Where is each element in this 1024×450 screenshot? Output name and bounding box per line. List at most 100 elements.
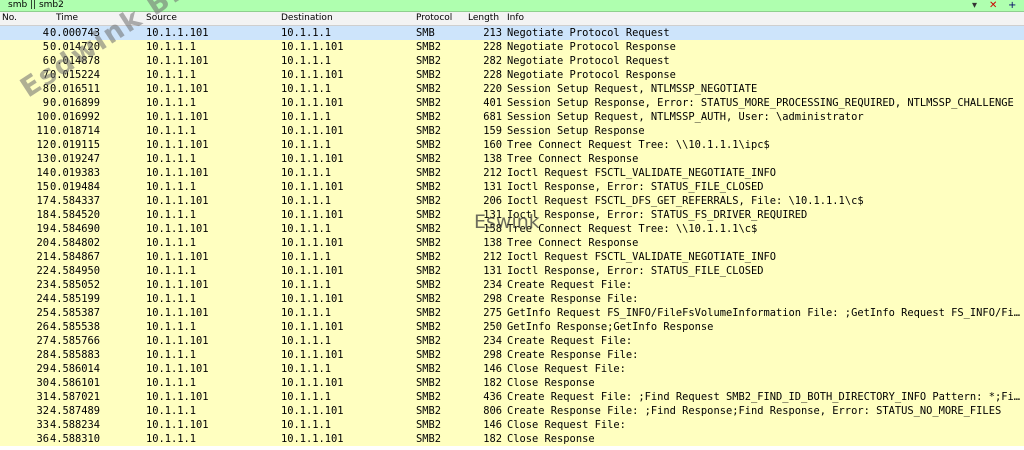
- add-filter-button-icon[interactable]: +: [1008, 0, 1016, 11]
- packet-row[interactable]: 22 4.584950 10.1.1.1 10.1.1.101 SMB2 131 Ioctl…: [0, 264, 1024, 278]
- packet-row[interactable]: 24 4.585199 10.1.1.1 10.1.1.101 SMB2 298 Creat…: [0, 292, 1024, 306]
- packet-protocol: SMB2: [416, 307, 442, 319]
- packet-protocol: SMB: [416, 27, 435, 39]
- packet-number: 19: [36, 223, 49, 235]
- packet-source: 10.1.1.1: [146, 349, 197, 361]
- packet-protocol: SMB2: [416, 41, 442, 53]
- packet-row[interactable]: 31 4.587021 10.1.1.101 10.1.1.1 SMB2 436 Creat…: [0, 390, 1024, 404]
- packet-destination: 10.1.1.101: [281, 433, 344, 445]
- packet-row[interactable]: 21 4.584867 10.1.1.101 10.1.1.1 SMB2 212 Ioctl…: [0, 250, 1024, 264]
- packet-time: 4.584520: [50, 209, 101, 221]
- packet-length: 228: [483, 41, 502, 53]
- packet-protocol: SMB2: [416, 377, 442, 389]
- packet-source: 10.1.1.1: [146, 125, 197, 137]
- packet-number: 9: [42, 97, 49, 109]
- packet-time: 4.585052: [50, 279, 101, 291]
- packet-row[interactable]: 36 4.588310 10.1.1.1 10.1.1.101 SMB2 182 Close…: [0, 432, 1024, 446]
- packet-destination: 10.1.1.101: [281, 321, 344, 333]
- packet-row[interactable]: 15 0.019484 10.1.1.1 10.1.1.101 SMB2 131 Ioctl…: [0, 180, 1024, 194]
- packet-info: Ioctl Request FSCTL_VALIDATE_NEGOTIATE_I…: [507, 251, 776, 263]
- packet-length: 401: [483, 97, 502, 109]
- packet-length: 212: [483, 167, 502, 179]
- packet-length: 146: [483, 419, 502, 431]
- packet-row[interactable]: 25 4.585387 10.1.1.101 10.1.1.1 SMB2 275 GetIn…: [0, 306, 1024, 320]
- packet-row[interactable]: 6 0.014878 10.1.1.101 10.1.1.1 SMB2 282 Negoti…: [0, 54, 1024, 68]
- packet-protocol: SMB2: [416, 265, 442, 277]
- packet-time: 4.588310: [50, 433, 101, 445]
- packet-source: 10.1.1.101: [146, 335, 209, 347]
- packet-length: 234: [483, 279, 502, 291]
- packet-protocol: SMB2: [416, 153, 442, 165]
- packet-row[interactable]: 18 4.584520 10.1.1.1 10.1.1.101 SMB2 131 Ioctl…: [0, 208, 1024, 222]
- packet-row[interactable]: 33 4.588234 10.1.1.101 10.1.1.1 SMB2 146 Close…: [0, 418, 1024, 432]
- packet-destination: 10.1.1.1: [281, 391, 332, 403]
- packet-time: 4.585766: [50, 335, 101, 347]
- column-header-info[interactable]: Info: [507, 12, 524, 25]
- packet-row[interactable]: 19 4.584690 10.1.1.101 10.1.1.1 SMB2 158 Tree …: [0, 222, 1024, 236]
- packet-info: Tree Connect Request Tree: \\10.1.1.1\c$: [507, 223, 758, 235]
- packet-destination: 10.1.1.101: [281, 69, 344, 81]
- column-header-length[interactable]: Length: [468, 12, 499, 25]
- packet-row[interactable]: 4 0.000743 10.1.1.101 10.1.1.1 SMB 213 Negotia…: [0, 26, 1024, 40]
- packet-length: 282: [483, 55, 502, 67]
- packet-protocol: SMB2: [416, 139, 442, 151]
- packet-time: 4.586101: [50, 377, 101, 389]
- packet-row[interactable]: 11 0.018714 10.1.1.1 10.1.1.101 SMB2 159 Sessi…: [0, 124, 1024, 138]
- packet-length: 206: [483, 195, 502, 207]
- packet-row[interactable]: 27 4.585766 10.1.1.101 10.1.1.1 SMB2 234 Creat…: [0, 334, 1024, 348]
- display-filter-bar[interactable]: smb || smb2 ▾ ✕ +: [0, 0, 1024, 12]
- packet-number: 11: [36, 125, 49, 137]
- packet-protocol: SMB2: [416, 69, 442, 81]
- packet-length: 131: [483, 209, 502, 221]
- packet-row[interactable]: 30 4.586101 10.1.1.1 10.1.1.101 SMB2 182 Close…: [0, 376, 1024, 390]
- packet-destination: 10.1.1.101: [281, 125, 344, 137]
- column-header-protocol[interactable]: Protocol: [416, 12, 452, 25]
- packet-row[interactable]: 5 0.014720 10.1.1.1 10.1.1.101 SMB2 228 Negoti…: [0, 40, 1024, 54]
- packet-protocol: SMB2: [416, 293, 442, 305]
- packet-time: 0.018714: [50, 125, 101, 137]
- packet-source: 10.1.1.101: [146, 111, 209, 123]
- packet-time: 0.019383: [50, 167, 101, 179]
- packet-row[interactable]: 28 4.585883 10.1.1.1 10.1.1.101 SMB2 298 Creat…: [0, 348, 1024, 362]
- packet-info: Close Request File:: [507, 419, 626, 431]
- packet-destination: 10.1.1.101: [281, 377, 344, 389]
- packet-row[interactable]: 8 0.016511 10.1.1.101 10.1.1.1 SMB2 220 Sessio…: [0, 82, 1024, 96]
- packet-time: 0.015224: [50, 69, 101, 81]
- packet-list: 4 0.000743 10.1.1.101 10.1.1.1 SMB 213 Negotia…: [0, 26, 1024, 446]
- packet-info: Negotiate Protocol Response: [507, 41, 676, 53]
- packet-source: 10.1.1.1: [146, 433, 197, 445]
- packet-row[interactable]: 7 0.015224 10.1.1.1 10.1.1.101 SMB2 228 Negoti…: [0, 68, 1024, 82]
- packet-row[interactable]: 10 0.016992 10.1.1.101 10.1.1.1 SMB2 681 Sessi…: [0, 110, 1024, 124]
- packet-row[interactable]: 9 0.016899 10.1.1.1 10.1.1.101 SMB2 401 Sessio…: [0, 96, 1024, 110]
- packet-length: 182: [483, 433, 502, 445]
- packet-row[interactable]: 13 0.019247 10.1.1.1 10.1.1.101 SMB2 138 Tree …: [0, 152, 1024, 166]
- packet-protocol: SMB2: [416, 363, 442, 375]
- packet-row[interactable]: 26 4.585538 10.1.1.1 10.1.1.101 SMB2 250 GetIn…: [0, 320, 1024, 334]
- filter-dropdown-icon[interactable]: ▾: [972, 0, 977, 11]
- packet-number: 28: [36, 349, 49, 361]
- packet-time: 4.585199: [50, 293, 101, 305]
- packet-number: 14: [36, 167, 49, 179]
- packet-destination: 10.1.1.101: [281, 209, 344, 221]
- packet-destination: 10.1.1.1: [281, 251, 332, 263]
- packet-row[interactable]: 32 4.587489 10.1.1.1 10.1.1.101 SMB2 806 Creat…: [0, 404, 1024, 418]
- column-header-no[interactable]: No.: [2, 12, 17, 25]
- packet-source: 10.1.1.1: [146, 377, 197, 389]
- column-header-time[interactable]: Time: [56, 12, 78, 25]
- column-header-destination[interactable]: Destination: [281, 12, 333, 25]
- packet-row[interactable]: 17 4.584337 10.1.1.101 10.1.1.1 SMB2 206 Ioctl…: [0, 194, 1024, 208]
- packet-time: 4.585883: [50, 349, 101, 361]
- packet-number: 22: [36, 265, 49, 277]
- packet-info: Negotiate Protocol Response: [507, 69, 676, 81]
- packet-row[interactable]: 29 4.586014 10.1.1.101 10.1.1.1 SMB2 146 Close…: [0, 362, 1024, 376]
- clear-filter-icon[interactable]: ✕: [989, 0, 997, 11]
- packet-info: Ioctl Response, Error: STATUS_FS_DRIVER_…: [507, 209, 808, 221]
- packet-info: Create Request File:: [507, 335, 633, 347]
- packet-row[interactable]: 20 4.584802 10.1.1.1 10.1.1.101 SMB2 138 Tree …: [0, 236, 1024, 250]
- packet-number: 24: [36, 293, 49, 305]
- packet-row[interactable]: 12 0.019115 10.1.1.101 10.1.1.1 SMB2 160 Tree …: [0, 138, 1024, 152]
- column-header-source[interactable]: Source: [146, 12, 177, 25]
- packet-row[interactable]: 14 0.019383 10.1.1.101 10.1.1.1 SMB2 212 Ioctl…: [0, 166, 1024, 180]
- packet-row[interactable]: 23 4.585052 10.1.1.101 10.1.1.1 SMB2 234 Creat…: [0, 278, 1024, 292]
- display-filter-input[interactable]: smb || smb2: [8, 0, 64, 11]
